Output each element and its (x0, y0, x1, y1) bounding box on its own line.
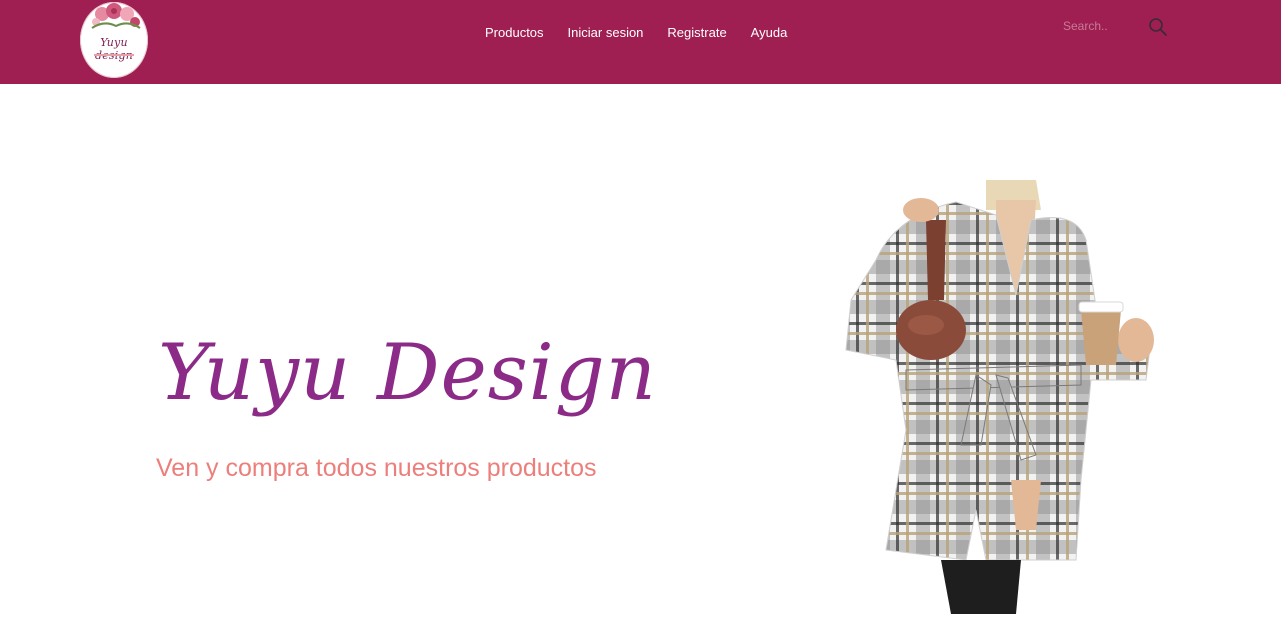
logo-divider (94, 54, 134, 56)
main-nav: Productos Iniciar sesion Registrate Ayud… (474, 24, 787, 42)
search-box (1060, 14, 1170, 40)
nav-productos[interactable]: Productos (485, 24, 544, 42)
flower-decoration (91, 3, 141, 29)
nav-ayuda[interactable]: Ayuda (751, 24, 788, 42)
search-icon[interactable] (1148, 17, 1168, 37)
search-input[interactable] (1060, 16, 1141, 36)
hero-title: Yuyu Design (158, 328, 657, 418)
top-navbar: Yuyu design Productos Iniciar sesion Reg… (0, 0, 1281, 84)
logo-text: Yuyu design (95, 36, 133, 62)
nav-registrate[interactable]: Registrate (667, 24, 726, 42)
hero-subtitle: Ven y compra todos nuestros productos (156, 454, 597, 482)
hero-product-image (845, 180, 1154, 614)
nav-iniciar-sesion[interactable]: Iniciar sesion (568, 24, 644, 42)
brand-logo[interactable]: Yuyu design (80, 2, 148, 78)
